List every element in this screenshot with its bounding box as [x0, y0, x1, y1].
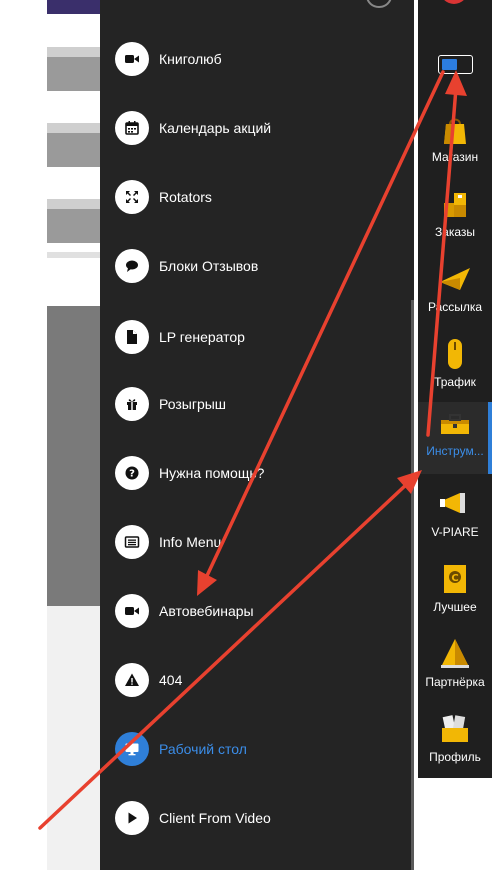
- background-row: [47, 199, 100, 209]
- sidebar-item-tools[interactable]: Инструм...: [418, 402, 492, 474]
- sidebar-item-label: Магазин: [431, 150, 479, 164]
- background-row: [47, 47, 100, 57]
- menu-item-autowebinars[interactable]: Автовебинары: [100, 588, 410, 634]
- megaphone-icon: [440, 493, 465, 513]
- menu-item-label: Info Menu: [159, 534, 222, 550]
- expand-arrows-icon: [115, 180, 149, 214]
- menu-item-label: Нужна помощь?: [159, 465, 265, 481]
- toolbox-icon: [441, 414, 469, 434]
- menu-item-rotators[interactable]: Rotators: [100, 174, 410, 220]
- sidebar-item-orders[interactable]: Заказы: [418, 183, 492, 255]
- menu-item-label: Rotators: [159, 189, 212, 205]
- menu-item-desktop[interactable]: Рабочий стол: [100, 726, 410, 772]
- sidebar-item-best[interactable]: C Лучшее: [418, 558, 492, 630]
- sidebar-item-label: Рассылка: [427, 300, 483, 314]
- background-row: [47, 209, 100, 243]
- background-row: [47, 252, 100, 258]
- background-row: [47, 133, 100, 167]
- sidebar-item-profile[interactable]: Профиль: [418, 708, 492, 780]
- sidebar-item-partner[interactable]: Партнёрка: [418, 633, 492, 705]
- background-content-block: [47, 306, 100, 870]
- file-icon: [115, 320, 149, 354]
- menu-item-lp-generator[interactable]: LP генератор: [100, 314, 410, 360]
- menu-item-help[interactable]: ? Нужна помощь?: [100, 450, 410, 496]
- pyramid-icon: [441, 639, 469, 668]
- play-icon: [115, 801, 149, 835]
- menu-item-label: Client From Video: [159, 810, 271, 826]
- menu-item-label: Календарь акций: [159, 120, 272, 136]
- menu-item-calendar[interactable]: Календарь акций: [100, 105, 410, 151]
- sidebar-item-label: Трафик: [434, 375, 476, 389]
- background-header-bar: [47, 0, 100, 14]
- video-camera-icon: [115, 42, 149, 76]
- mouse-icon: [448, 339, 462, 369]
- background-page: [0, 0, 100, 870]
- sidebar-toggle-switch[interactable]: [438, 55, 473, 74]
- sidebar-item-label: Профиль: [429, 750, 481, 764]
- menu-item-reviews[interactable]: Блоки Отзывов: [100, 243, 410, 289]
- menu-item-giveaway[interactable]: Розыгрыш: [100, 381, 410, 427]
- menu-item-label: Рабочий стол: [159, 741, 247, 757]
- profile-files-icon: [442, 715, 468, 742]
- menu-item-label: 404: [159, 672, 183, 688]
- sidebar-item-mailing[interactable]: Рассылка: [418, 258, 492, 330]
- menu-item-label: LP генератор: [159, 329, 245, 345]
- sidebar-item-label: Инструм...: [426, 444, 484, 458]
- background-row: [47, 123, 100, 133]
- sidebar-item-traffic[interactable]: Трафик: [418, 333, 492, 405]
- sidebar-item-shop[interactable]: Магазин: [418, 108, 492, 180]
- desktop-icon: [115, 732, 149, 766]
- sidebar-item-label: Лучшее: [433, 600, 477, 614]
- shopping-bag-icon: [444, 118, 466, 144]
- warning-icon: [115, 663, 149, 697]
- menu-item-label: Розыгрыш: [159, 396, 227, 412]
- sidebar-item-label: V-PIARE: [431, 525, 479, 539]
- calendar-icon: [115, 111, 149, 145]
- svg-text:?: ?: [129, 469, 135, 480]
- menu-item-knigolyub[interactable]: Книголюб: [100, 36, 410, 82]
- trophy-icon: C: [444, 565, 466, 593]
- sidebar-item-v-piare[interactable]: V-PIARE: [418, 483, 492, 555]
- background-row: [47, 57, 100, 91]
- menu-item-info-menu[interactable]: Info Menu: [100, 519, 410, 565]
- paper-plane-icon: [440, 268, 470, 290]
- menu-item-client-from-video[interactable]: Client From Video: [100, 795, 410, 841]
- svg-text:C: C: [451, 573, 458, 584]
- video-camera-icon: [115, 594, 149, 628]
- menu-item-label: Автовебинары: [159, 603, 254, 619]
- sidebar-item-label: Партнёрка: [425, 675, 485, 689]
- menu-item-label: Книголюб: [159, 51, 222, 67]
- list-icon: [115, 525, 149, 559]
- boxes-icon: [444, 193, 466, 217]
- comments-icon: [115, 249, 149, 283]
- menu-item-404[interactable]: 404: [100, 657, 410, 703]
- sidebar-bottom-space: [418, 778, 492, 870]
- menu-item-label: Блоки Отзывов: [159, 258, 259, 274]
- question-icon: ?: [115, 456, 149, 490]
- sidebar-active-indicator: [488, 402, 492, 474]
- sidebar-item-label: Заказы: [434, 225, 476, 239]
- gift-icon: [115, 387, 149, 421]
